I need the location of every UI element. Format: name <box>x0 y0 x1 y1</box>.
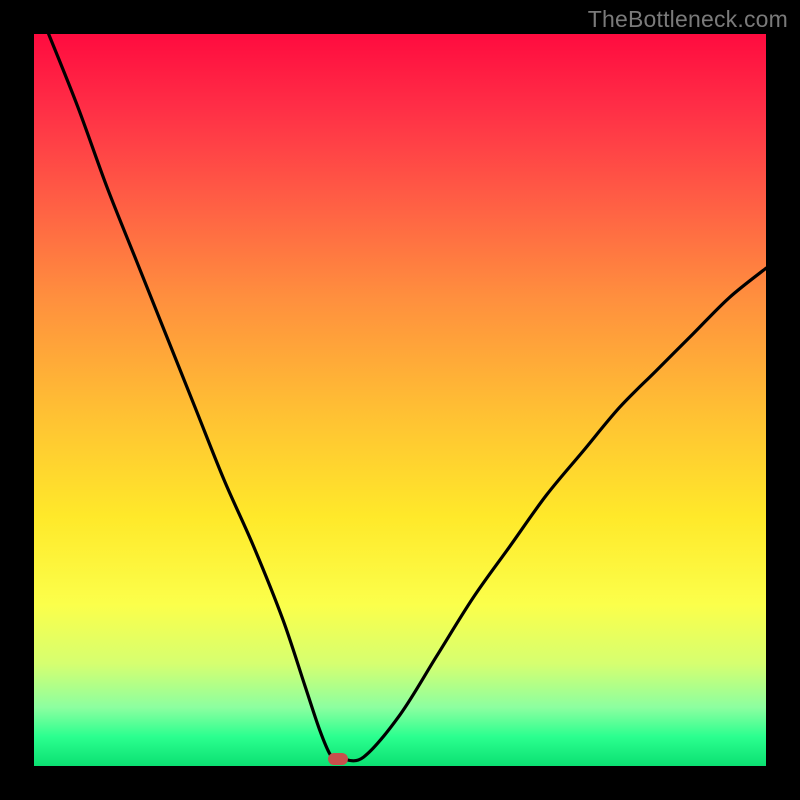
optimal-point-marker <box>328 753 348 765</box>
bottleneck-curve <box>34 34 766 766</box>
chart-frame: TheBottleneck.com <box>0 0 800 800</box>
chart-plot-area <box>34 34 766 766</box>
watermark-text: TheBottleneck.com <box>588 6 788 33</box>
